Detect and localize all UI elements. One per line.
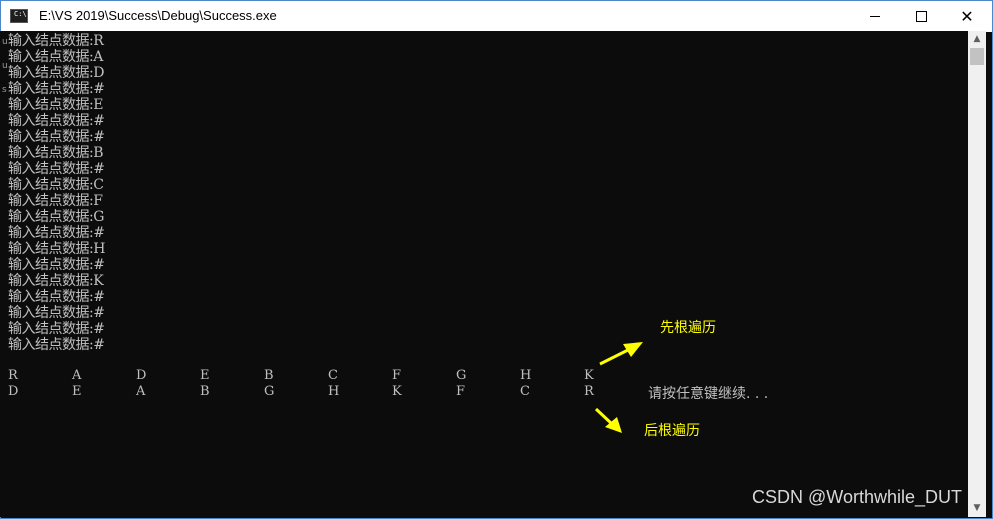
minimize-button[interactable] <box>852 1 898 32</box>
close-icon: ✕ <box>960 6 974 26</box>
csdn-watermark: CSDN @Worthwhile_DUT <box>752 487 962 507</box>
minimize-icon <box>870 16 880 17</box>
close-button[interactable]: ✕ <box>944 1 990 32</box>
preorder-arrow-icon <box>599 342 643 366</box>
console-app-icon: C:\ <box>10 9 28 23</box>
vertical-scrollbar[interactable]: ▲ ▼ <box>968 31 986 517</box>
scroll-up-icon[interactable]: ▲ <box>968 31 986 48</box>
scroll-thumb[interactable] <box>970 48 984 65</box>
postorder-arrow-icon <box>594 407 622 433</box>
console-output[interactable]: u u s 输入结点数据:R 输入结点数据:A 输入结点数据:D 输入结点数据:# 输入… <box>0 31 968 517</box>
maximize-button[interactable] <box>898 1 944 32</box>
window-title: E:\VS 2019\Success\Debug\Success.exe <box>39 8 277 23</box>
maximize-icon <box>915 11 927 22</box>
scroll-down-icon[interactable]: ▼ <box>968 500 986 517</box>
title-bar[interactable]: C:\ E:\VS 2019\Success\Debug\Success.exe… <box>1 1 992 32</box>
annotation-arrows <box>594 342 643 433</box>
